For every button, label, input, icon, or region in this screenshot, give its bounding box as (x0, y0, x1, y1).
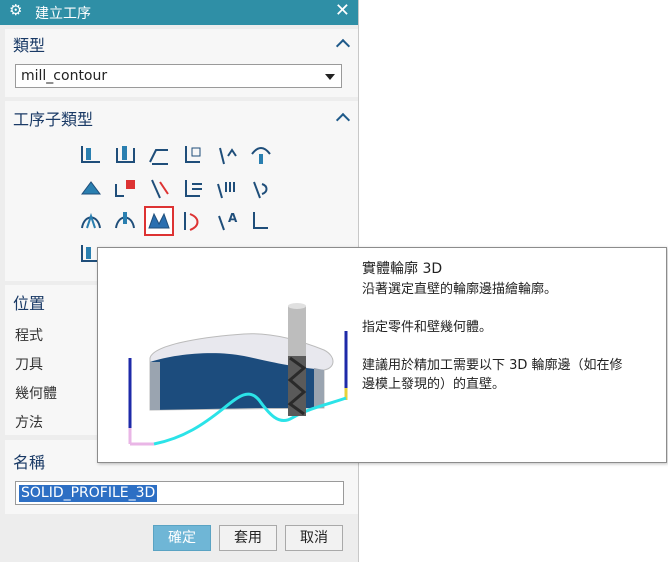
cancel-button[interactable]: 取消 (285, 525, 343, 551)
method-label: 方法 (15, 415, 43, 431)
position-header: 位置 (13, 294, 46, 313)
solid-profile-3d-icon[interactable] (144, 206, 174, 236)
mill-icon-4[interactable] (180, 142, 206, 168)
type-header: 類型 (13, 36, 46, 55)
solid-profile-illustration (128, 303, 348, 446)
collapse-type-icon[interactable] (335, 38, 351, 54)
mill-icon-7[interactable] (78, 176, 104, 202)
collapse-subtype-icon[interactable] (335, 112, 351, 128)
mill-icon-13[interactable] (78, 208, 104, 234)
chevron-down-icon (325, 74, 335, 80)
mill-icon-5[interactable] (214, 142, 240, 168)
mill-icon-3[interactable] (146, 142, 172, 168)
window-title: 建立工序 (35, 6, 91, 22)
tooltip-title: 實體輪廓 3D (362, 261, 443, 277)
program-label: 程式 (15, 328, 43, 344)
mill-icon-10[interactable] (180, 176, 206, 202)
name-input-value: SOLID_PROFILE_3D (19, 485, 158, 502)
operation-tooltip: 實體輪廓 3D 沿著選定直壁的輪廓邊描繪輪廓。 指定零件和壁幾何體。 建議用於精… (97, 247, 667, 463)
mill-icon-1[interactable] (78, 142, 104, 168)
apply-button[interactable]: 套用 (219, 525, 277, 551)
title-bar[interactable]: ⚙ 建立工序 ✕ (0, 0, 358, 25)
mill-icon-8[interactable] (112, 176, 138, 202)
gear-icon: ⚙ (9, 1, 23, 19)
tooltip-line-3: 建議用於精加工需要以下 3D 輪廓邊（如在修 (362, 358, 623, 373)
tooltip-line-2: 指定零件和壁幾何體。 (362, 320, 493, 335)
mill-icon-12[interactable] (248, 176, 274, 202)
svg-text:A: A (228, 211, 238, 225)
close-icon[interactable]: ✕ (335, 0, 350, 21)
tooltip-line-1: 沿著選定直壁的輪廓邊描繪輪廓。 (362, 282, 558, 297)
mill-icon-18[interactable] (248, 208, 274, 234)
mill-icon-11[interactable] (214, 176, 240, 202)
mill-icon-17[interactable]: A (214, 208, 240, 234)
mill-icon-16[interactable] (180, 208, 206, 234)
ok-button[interactable]: 確定 (153, 525, 211, 551)
type-select-value: mill_contour (21, 68, 108, 84)
tool-label: 刀具 (15, 357, 43, 373)
name-input[interactable]: SOLID_PROFILE_3D (15, 481, 344, 505)
subtype-header: 工序子類型 (13, 110, 94, 129)
mill-icon-14[interactable] (112, 208, 138, 234)
mill-icon-2[interactable] (112, 142, 138, 168)
mill-icon-6[interactable] (248, 142, 274, 168)
mill-icon-9[interactable] (146, 176, 172, 202)
tooltip-line-4: 邊模上發現的）的直壁。 (362, 377, 506, 392)
geometry-label: 幾何體 (15, 386, 57, 402)
type-select[interactable]: mill_contour (15, 64, 342, 88)
name-header: 名稱 (13, 453, 46, 472)
